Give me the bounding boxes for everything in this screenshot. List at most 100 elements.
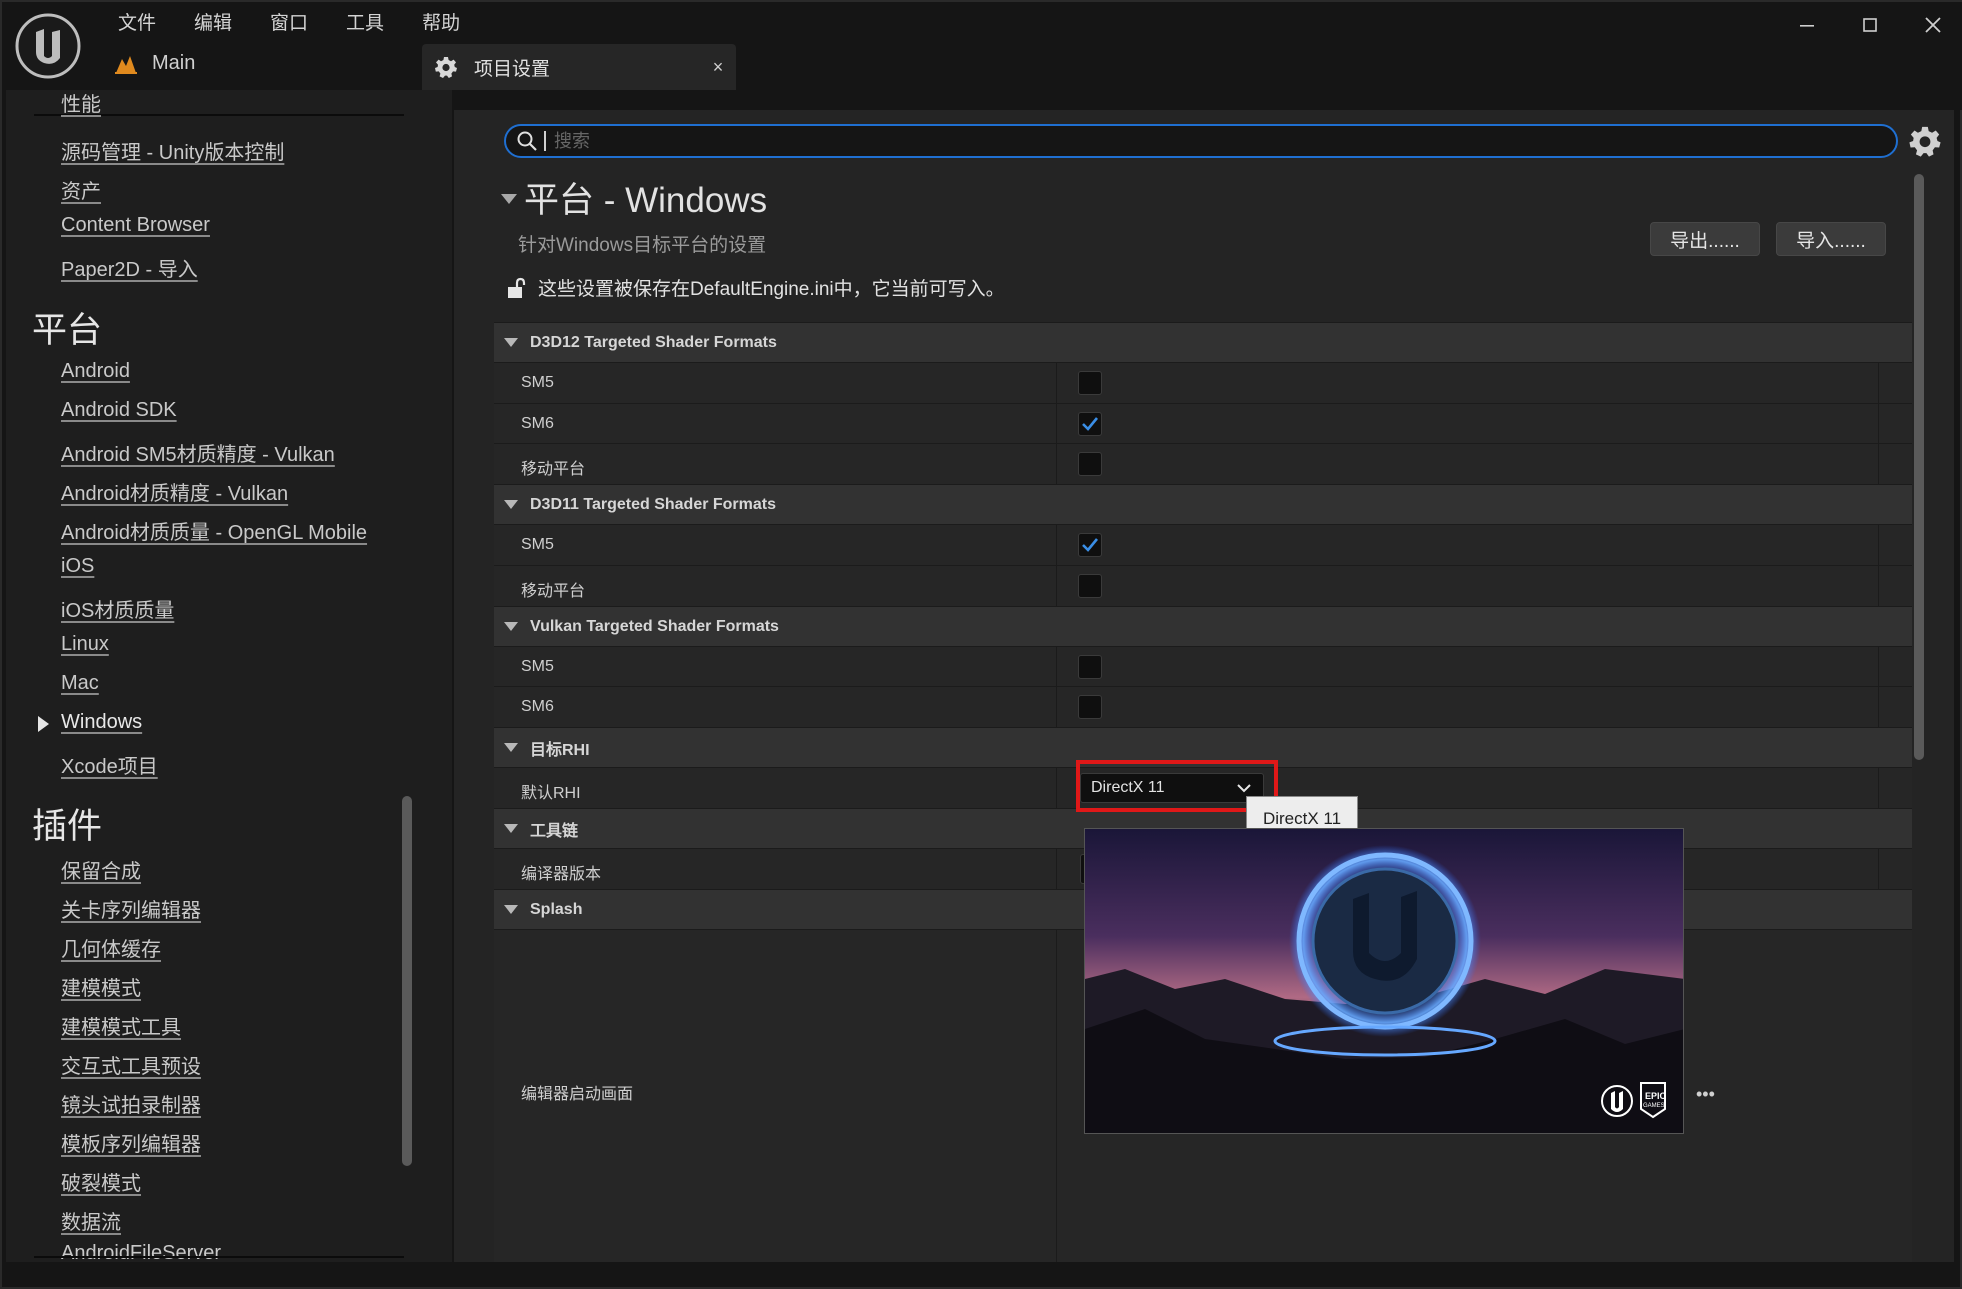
sidebar-item-plugin[interactable]: 模板序列编辑器 [61,1128,201,1157]
editor-splash-image[interactable]: EPIC GAMES [1084,828,1684,1134]
tab-close-icon[interactable]: × [700,57,736,78]
sidebar-item-assets[interactable]: 资产 [61,175,101,204]
minimize-button[interactable] [1775,8,1838,42]
sidebar-item-plugin[interactable]: 交互式工具预设 [61,1050,201,1079]
export-button[interactable]: 导出...... [1650,222,1760,256]
collapse-arrow-icon [504,622,518,631]
tab-label: 项目设置 [474,58,551,80]
column-divider [1056,930,1057,1262]
menu-tools[interactable]: 工具 [334,10,396,38]
property-row: SM5 [494,524,1912,565]
column-divider [1056,444,1057,484]
search-input[interactable] [554,130,1896,152]
checkbox-d3d12-sm5[interactable] [1078,371,1102,395]
column-divider [1878,687,1879,727]
sidebar-item-plugin[interactable]: 保留合成 [61,855,141,884]
project-tab[interactable]: Main [114,52,195,75]
column-divider [1878,444,1879,484]
sidebar-item-linux[interactable]: Linux [61,633,109,656]
sidebar-item-plugin[interactable]: 建模模式工具 [61,1011,181,1040]
property-row: SM6 [494,686,1912,727]
sidebar-item-plugin[interactable]: 数据流 [61,1206,121,1235]
checkmark-icon [1082,417,1099,431]
group-title: D3D11 Targeted Shader Formats [530,495,777,513]
more-options-icon[interactable]: ••• [1696,1084,1715,1105]
group-title: Vulkan Targeted Shader Formats [530,617,779,635]
checkbox-vulkan-sm5[interactable] [1078,655,1102,679]
property-name: SM5 [521,536,554,553]
group-d3d12[interactable]: D3D12 Targeted Shader Formats [494,322,1912,362]
column-divider [1056,849,1057,889]
checkbox-d3d12-mobile[interactable] [1078,452,1102,476]
sidebar-item-plugin[interactable]: 几何体缓存 [61,933,161,962]
group-vulkan[interactable]: Vulkan Targeted Shader Formats [494,606,1912,646]
column-divider [1056,566,1057,606]
window-controls [1775,8,1962,42]
unreal-logo-icon[interactable] [14,12,82,80]
checkbox-d3d11-sm5[interactable] [1078,533,1102,557]
checkbox-d3d11-mobile[interactable] [1078,574,1102,598]
sidebar-item-source-control[interactable]: 源码管理 - Unity版本控制 [61,136,284,165]
column-divider [1878,363,1879,403]
import-button[interactable]: 导入...... [1776,222,1886,256]
app-window: 文件 编辑 窗口 工具 帮助 Main 项目设置 × 性能 源码管理 - Uni… [0,0,1962,1289]
sidebar-item-paper2d-import[interactable]: Paper2D - 导入 [61,253,198,282]
sidebar-item-android-vulkan[interactable]: Android材质精度 - Vulkan [61,477,288,506]
checkmark-icon [1082,538,1099,552]
sidebar-item-plugin[interactable]: 关卡序列编辑器 [61,894,201,923]
sidebar-item-windows[interactable]: Windows [61,711,142,734]
section-title: 平台 - Windows [524,181,768,220]
column-divider [1056,768,1057,808]
sidebar-item-xcode[interactable]: Xcode项目 [61,750,158,779]
group-title: 目标RHI [530,741,590,759]
sidebar-scrollbar[interactable] [402,796,412,1166]
sidebar-item-plugin[interactable]: 镜头试拍录制器 [61,1089,201,1118]
sidebar-item-android-sdk[interactable]: Android SDK [61,399,177,422]
sidebar-item-android-sm5-vulkan[interactable]: Android SM5材质精度 - Vulkan [61,438,335,467]
menu-file[interactable]: 文件 [106,10,168,38]
checkbox-d3d12-sm6[interactable] [1078,412,1102,436]
search-box[interactable] [504,124,1898,158]
column-divider [1056,687,1057,727]
sidebar-item-performance[interactable]: 性能 [61,90,101,117]
sidebar-item-mac[interactable]: Mac [61,672,99,695]
property-name: 编辑器启动画面 [521,1086,634,1103]
column-divider [1878,647,1879,686]
checkbox-vulkan-sm6[interactable] [1078,695,1102,719]
category-plugins: 插件 [32,807,103,846]
property-row: SM5 [494,362,1912,403]
tab-project-settings[interactable]: 项目设置 × [422,44,736,90]
collapse-arrow-icon [504,743,518,752]
section-collapse-icon[interactable] [501,194,517,204]
menu-bar: 文件 编辑 窗口 工具 帮助 [106,10,486,38]
sidebar-item-android[interactable]: Android [61,360,130,383]
property-name: SM6 [521,415,554,432]
menu-help[interactable]: 帮助 [410,10,472,38]
close-window-button[interactable] [1901,8,1962,42]
config-file-text: 这些设置被保存在DefaultEngine.ini中，它当前可写入。 [538,279,1005,300]
menu-edit[interactable]: 编辑 [182,10,244,38]
minimize-icon [1799,25,1814,27]
sidebar-item-ios[interactable]: iOS [61,555,94,578]
sidebar-item-plugin[interactable]: 建模模式 [61,972,141,1001]
sidebar-item-plugin[interactable]: 破裂模式 [61,1167,141,1196]
epic-badge-text: EPIC [1645,1091,1667,1101]
column-divider [1878,849,1879,889]
panel-scrollbar[interactable] [1914,174,1924,760]
sidebar-item-android-opengl[interactable]: Android材质质量 - OpenGL Mobile [61,516,367,545]
category-platform: 平台 [32,311,103,350]
epic-badge-subtext: GAMES [1643,1103,1665,1109]
property-row: 移动平台 [494,443,1912,484]
menu-window[interactable]: 窗口 [258,10,320,38]
group-title: 工具链 [530,822,579,840]
sidebar-item-content-browser[interactable]: Content Browser [61,214,210,237]
property-name: SM5 [521,374,554,391]
settings-cog-icon [435,57,457,78]
maximize-button[interactable] [1838,8,1901,42]
sidebar-item-ios-material[interactable]: iOS材质质量 [61,594,174,623]
column-divider [1056,363,1057,403]
sidebar-item-plugin[interactable]: AndroidFileServer [61,1242,221,1262]
gear-icon[interactable] [1908,124,1942,158]
property-row: SM6 [494,403,1912,443]
group-d3d11[interactable]: D3D11 Targeted Shader Formats [494,484,1912,524]
